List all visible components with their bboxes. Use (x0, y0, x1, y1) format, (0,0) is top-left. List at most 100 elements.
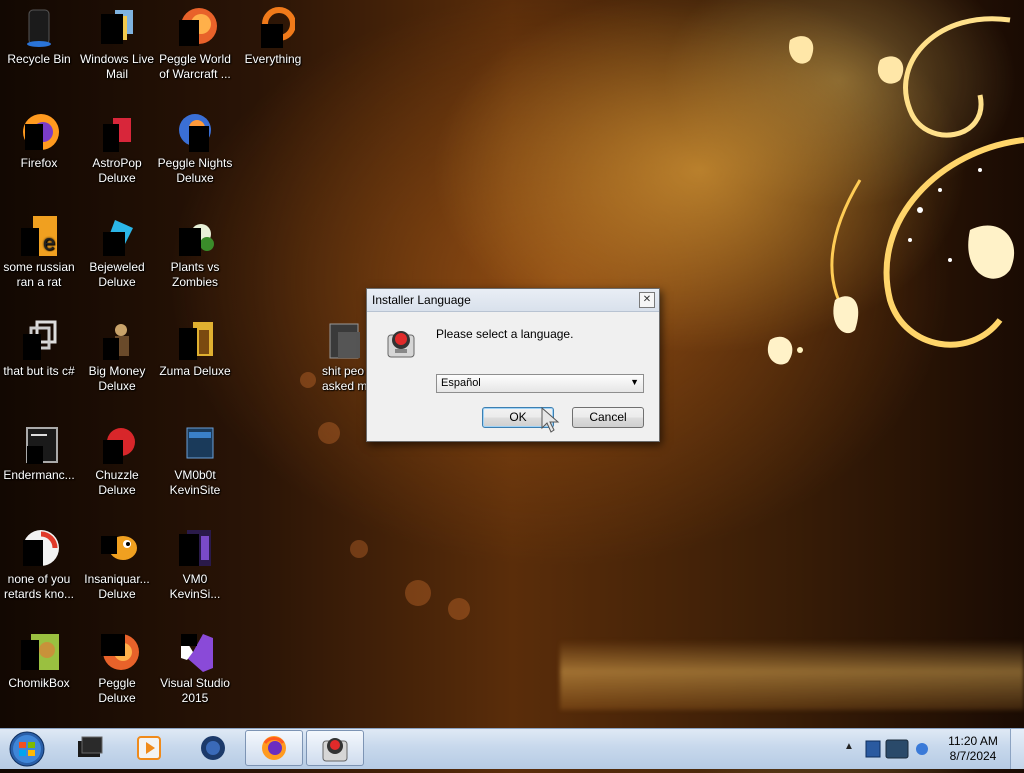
icon-label: Peggle Deluxe (98, 676, 136, 705)
peggle-icon (95, 630, 139, 674)
wallpaper-bokeh (405, 580, 431, 606)
shortcut-icon (17, 318, 61, 362)
desktop-icon-that-but-its-csharp[interactable]: that but its c# (0, 318, 78, 379)
wallpaper-floor-glow (560, 640, 1024, 710)
wallpaper-bokeh (448, 598, 470, 620)
icon-label: shit peo asked m (322, 364, 368, 393)
desktop-icon-peggle-deluxe[interactable]: Peggle Deluxe (78, 630, 156, 706)
icon-label: Plants vs Zombies (170, 260, 220, 289)
icon-label: that but its c# (3, 364, 75, 378)
desktop-icon-zuma[interactable]: Zuma Deluxe (156, 318, 234, 379)
taskbar-installer[interactable] (306, 730, 364, 766)
volume-icon[interactable] (916, 743, 928, 755)
icon-label: Big Money Deluxe (88, 364, 146, 393)
installer-icon (322, 738, 348, 762)
desktop-icon-peggle-nights[interactable]: Peggle Nights Deluxe (156, 110, 234, 186)
icon-label: Chuzzle Deluxe (95, 468, 139, 497)
desktop-icon-chomikbox[interactable]: ChomikBox (0, 630, 78, 691)
mouse-cursor-icon (541, 406, 560, 433)
windows-orb-icon (9, 731, 45, 767)
dialog-message: Please select a language. (436, 327, 574, 341)
visual-studio-icon (173, 630, 217, 674)
icon-label: Firefox (20, 156, 58, 170)
peggle-icon (173, 110, 217, 154)
language-select-value: Español (441, 377, 481, 389)
firefox-icon (262, 736, 286, 760)
show-desktop-button[interactable] (1010, 729, 1024, 769)
app-icon (17, 526, 61, 570)
dialog-titlebar[interactable]: Installer Language ✕ (367, 289, 659, 312)
desktop-icon-some-russian[interactable]: e some russian ran a rat (0, 214, 78, 290)
clock-time: 11:20 AM (948, 734, 998, 748)
display-icon[interactable] (885, 739, 909, 759)
game-icon (95, 110, 139, 154)
zuma-icon (173, 318, 217, 362)
desktop-icon-insaniquarium[interactable]: Insaniquar... Deluxe (78, 526, 156, 602)
start-button[interactable] (6, 730, 48, 768)
installer-language-dialog: Installer Language ✕ Please select a lan… (366, 288, 660, 442)
icon-label: Visual Studio 2015 (160, 676, 230, 705)
clock-date: 8/7/2024 (949, 749, 997, 763)
icon-label: Windows Live Mail (79, 52, 155, 81)
desktop-icon-bejeweled[interactable]: Bejeweled Deluxe (78, 214, 156, 290)
money-icon (95, 318, 139, 362)
desktop-icon-firefox[interactable]: Firefox (0, 110, 78, 171)
plant-icon (173, 214, 217, 258)
taskbar: ▲ 11:20 AM 8/7/2024 (0, 728, 1024, 769)
icon-label: Recycle Bin (7, 52, 71, 66)
icon-label: none of you retards kno... (3, 572, 75, 601)
icon-label: Bejeweled Deluxe (89, 260, 145, 289)
network-icon[interactable] (865, 740, 881, 758)
fish-icon (95, 526, 139, 570)
desktop-icon-vm0b0t[interactable]: VM0b0t KevinSite (156, 422, 234, 498)
taskbar-clock[interactable]: 11:20 AM 8/7/2024 (942, 734, 1004, 764)
desktop-icon-big-money[interactable]: Big Money Deluxe (78, 318, 156, 394)
language-select[interactable]: Español ▼ (436, 374, 644, 393)
icon-label: Endermanc... (3, 468, 75, 482)
search-app-icon (251, 6, 295, 50)
globe-icon (201, 736, 225, 760)
desktop-icon-recycle-bin[interactable]: Recycle Bin (0, 6, 78, 67)
desktop-icon-none-of-you[interactable]: none of you retards kno... (0, 526, 78, 602)
icon-label: Peggle World of Warcraft ... (159, 52, 231, 81)
desktop-icon-astropop[interactable]: AstroPop Deluxe (78, 110, 156, 186)
icon-label: AstroPop Deluxe (92, 156, 142, 185)
desktop-icon-visual-studio[interactable]: Visual Studio 2015 (156, 630, 234, 706)
file-icon: e (17, 214, 61, 258)
vm-icon (173, 422, 217, 466)
terminal-icon (78, 736, 103, 757)
desktop-icon-peggle-wow[interactable]: Peggle World of Warcraft ... (156, 6, 234, 82)
wallpaper-bokeh (318, 422, 340, 444)
close-button[interactable]: ✕ (639, 292, 655, 308)
taskbar-firefox[interactable] (245, 730, 303, 766)
icon-label: some russian ran a rat (3, 260, 75, 289)
icon-label: Peggle Nights Deluxe (157, 156, 233, 185)
desktop-icon-chuzzle[interactable]: Chuzzle Deluxe (78, 422, 156, 498)
tray-icons (865, 739, 928, 759)
desktop-icon-plants-vs-zombies[interactable]: Plants vs Zombies (156, 214, 234, 290)
cancel-button[interactable]: Cancel (572, 407, 644, 428)
desktop-icon-everything[interactable]: Everything (234, 6, 312, 67)
icon-label: Insaniquar... Deluxe (84, 572, 150, 601)
taskbar-media-player[interactable] (120, 730, 178, 766)
document-icon (173, 526, 217, 570)
taskbar-terminal[interactable] (60, 730, 118, 766)
taskbar-globe[interactable] (184, 730, 242, 766)
desktop-icon-folder[interactable]: shit peo asked m (306, 318, 368, 394)
gem-icon (95, 214, 139, 258)
desktop-icon-windows-live-mail[interactable]: Windows Live Mail (78, 6, 156, 82)
desktop-icon-vm0-kevinsite[interactable]: VM0 KevinSi... (156, 526, 234, 602)
icon-label: VM0b0t KevinSite (169, 468, 221, 497)
desktop-icon-endermanc[interactable]: Endermanc... (0, 422, 78, 483)
wallpaper-swirl (767, 16, 1024, 365)
mail-icon (95, 6, 139, 50)
wallpaper-bokeh (350, 540, 368, 558)
firefox-icon (17, 110, 61, 154)
installer-icon (385, 327, 417, 359)
folder-icon (324, 318, 368, 362)
peggle-icon (173, 6, 217, 50)
recycle-bin-icon (17, 6, 61, 50)
tray-expand-icon[interactable]: ▲ (844, 741, 854, 752)
icon-label: VM0 KevinSi... (169, 572, 221, 601)
dialog-title: Installer Language (372, 293, 471, 307)
